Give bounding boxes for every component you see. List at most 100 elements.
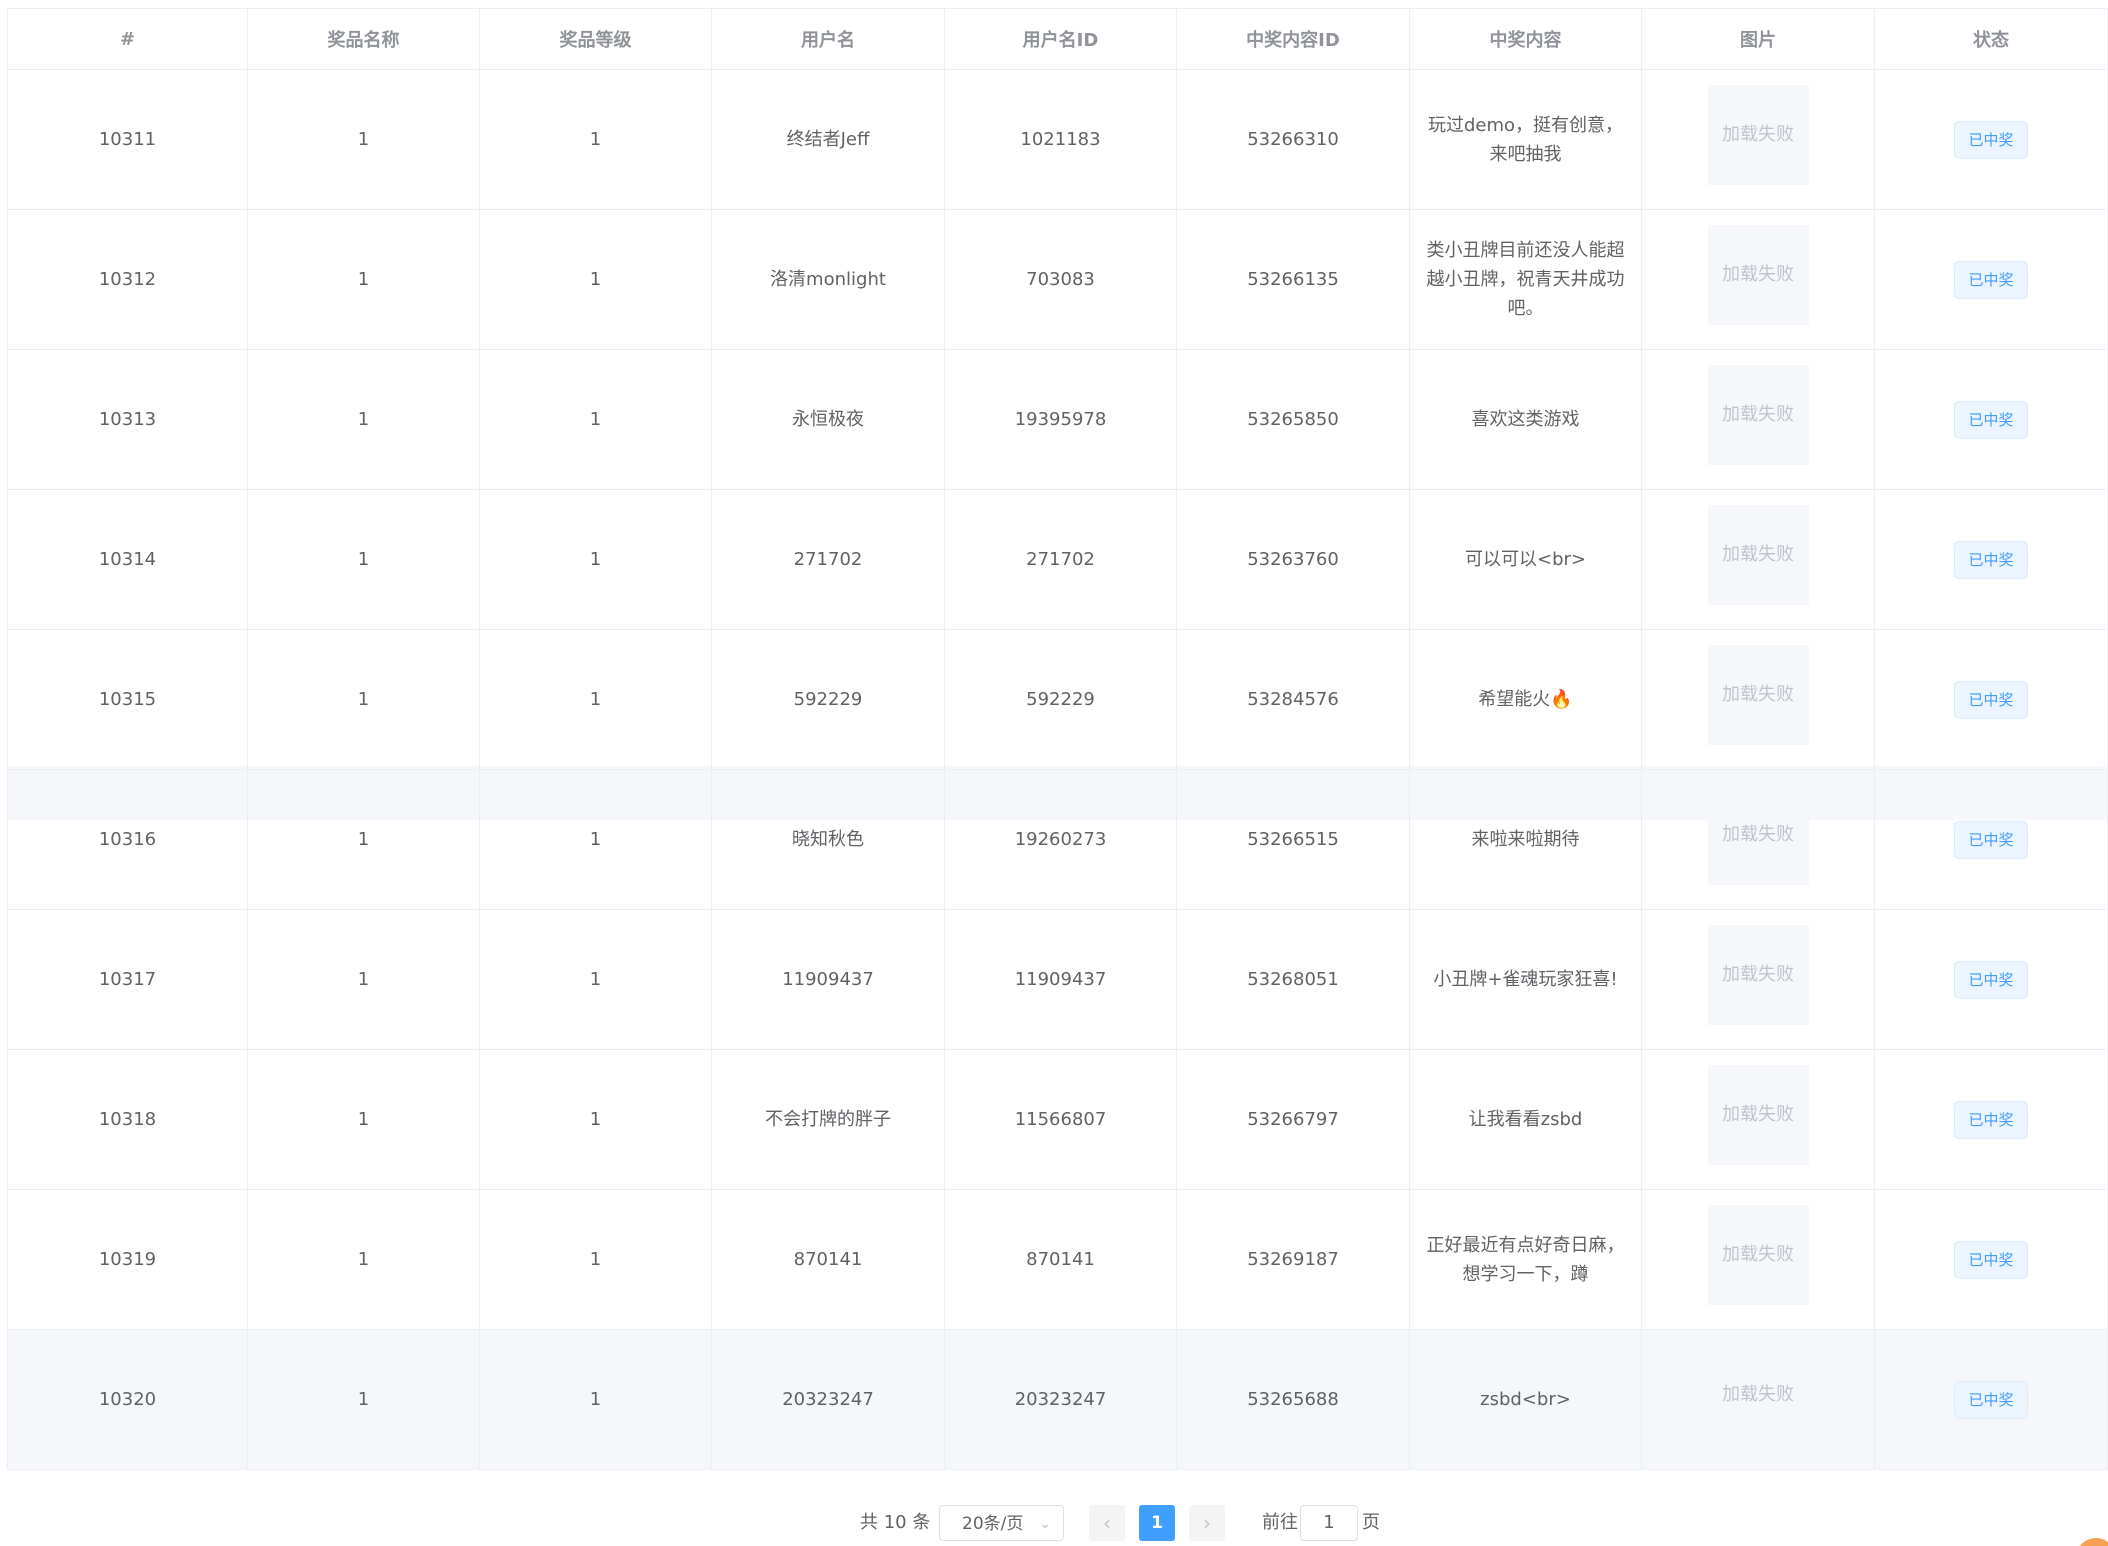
cell-image: 加载失败 (1641, 349, 1875, 490)
table-row[interactable]: 10312 1 1 洛清monlight 703083 53266135 类小丑牌目前还没人… (7, 209, 2108, 350)
page-size-select[interactable]: 20条/页 ⌄ (939, 1505, 1064, 1541)
page-size-value: 20条/页 (962, 1514, 1024, 1534)
cell-prize-level: 1 (479, 69, 712, 210)
cell-user-id: 870141 (944, 1189, 1177, 1330)
image-load-failed-placeholder: 加载失败 (1707, 644, 1809, 745)
cell-id: 10320 (7, 1329, 248, 1470)
cell-image: 加载失败 (1641, 489, 1875, 630)
header-col-image: 图片 (1641, 8, 1875, 70)
cell-username: 870141 (711, 1189, 945, 1330)
table-row[interactable]: 10314 1 1 271702 271702 53263760 可以可以<br> 加载失败已… (7, 489, 2108, 630)
prev-page-button[interactable]: ‹ (1089, 1505, 1125, 1541)
goto-page-input[interactable] (1300, 1505, 1358, 1541)
cell-content: 玩过demo，挺有创意，来吧抽我 (1409, 69, 1642, 210)
content-text: 可以可以<br> (1465, 549, 1586, 570)
cell-status: 已中奖 (1874, 909, 2108, 1050)
image-load-failed-placeholder: 加载失败 (1707, 364, 1809, 465)
header-col-content-id: 中奖内容ID (1176, 8, 1410, 70)
cell-prize-level: 1 (479, 1049, 712, 1190)
cell-content: zsbd<br> (1409, 1329, 1642, 1470)
status-badge: 已中奖 (1954, 400, 2028, 439)
cell-prize-level: 1 (479, 629, 712, 770)
table-row[interactable]: 10316 1 1 晓知秋色 19260273 53266515 来啦来啦期待 加载失败 已中奖 (7, 769, 2108, 910)
status-badge: 已中奖 (1954, 120, 2028, 159)
cell-prize-level: 1 (479, 1189, 712, 1330)
cell-content-id: 53266310 (1176, 69, 1410, 210)
cell-username: 不会打牌的胖子 (711, 1049, 945, 1190)
header-col-prize-name: 奖品名称 (247, 8, 480, 70)
goto-suffix: 页 (1362, 1512, 1380, 1533)
cell-id: 10311 (7, 69, 248, 210)
image-load-failed-placeholder: 加载失败 (1707, 1064, 1809, 1165)
content-text: 喜欢这类游戏 (1471, 409, 1580, 430)
cell-status: 已中奖 (1874, 489, 2108, 630)
cell-id: 10312 (7, 209, 248, 350)
content-text: zsbd<br> (1480, 1389, 1571, 1410)
next-page-button[interactable]: › (1189, 1505, 1225, 1541)
cell-prize-name: 1 (247, 769, 480, 910)
cell-username: 洛清monlight (711, 209, 945, 350)
chevron-down-icon: ⌄ (1039, 1516, 1051, 1532)
cell-image: 加载失败 (1641, 769, 1875, 910)
cell-username: 永恒极夜 (711, 349, 945, 490)
cell-prize-level: 1 (479, 909, 712, 1050)
chevron-left-icon: ‹ (1103, 1511, 1111, 1535)
table-header: # 奖品名称 奖品等级 用户名 用户名ID 中奖内容ID 中奖内容 图片 状态 (7, 8, 2108, 70)
content-text: 小丑牌+雀魂玩家狂喜! (1433, 969, 1618, 990)
cell-content-id: 53265688 (1176, 1329, 1410, 1470)
status-badge: 已中奖 (1954, 1380, 2028, 1419)
image-load-failed-placeholder: 加载失败 (1707, 1204, 1809, 1305)
cell-user-id: 19260273 (944, 769, 1177, 910)
cell-content-id: 53266515 (1176, 769, 1410, 910)
cell-prize-name: 1 (247, 909, 480, 1050)
table-row[interactable]: 10313 1 1 永恒极夜 19395978 53265850 喜欢这类游戏 加载失败 已中奖 (7, 349, 2108, 490)
cell-prize-level: 1 (479, 489, 712, 630)
pagination-total: 共 10 条 (860, 1512, 931, 1533)
image-load-failed-placeholder: 加载失败 (1707, 784, 1809, 885)
cell-id: 10316 (7, 769, 248, 910)
cell-user-id: 592229 (944, 629, 1177, 770)
cell-status: 已中奖 (1874, 1329, 2108, 1470)
image-load-failed-placeholder: 加载失败 (1707, 224, 1809, 325)
table-row[interactable]: 10319 1 1 870141 870141 53269187 正好最近有点好奇日麻，想学… (7, 1189, 2108, 1330)
cell-content: 喜欢这类游戏 (1409, 349, 1642, 490)
cell-content-id: 53269187 (1176, 1189, 1410, 1330)
cell-prize-name: 1 (247, 1049, 480, 1190)
image-load-failed-placeholder: 加载失败 (1707, 924, 1809, 1025)
table-body: 10311 1 1 终结者Jeff 1021183 53266310 玩过demo，挺有创意… (7, 69, 2108, 1470)
table-row[interactable]: 10320 1 1 20323247 20323247 53265688 zsbd<br> 加… (7, 1329, 2108, 1470)
cell-id: 10315 (7, 629, 248, 770)
cell-user-id: 11566807 (944, 1049, 1177, 1190)
cell-content: 希望能火🔥 (1409, 629, 1642, 770)
table-row[interactable]: 10318 1 1 不会打牌的胖子 11566807 53266797 让我看看zsbd 加载… (7, 1049, 2108, 1190)
cell-prize-name: 1 (247, 1189, 480, 1330)
cell-prize-level: 1 (479, 349, 712, 490)
cell-id: 10314 (7, 489, 248, 630)
cell-prize-level: 1 (479, 1329, 712, 1470)
header-col-user-id: 用户名ID (944, 8, 1177, 70)
cell-status: 已中奖 (1874, 69, 2108, 210)
cell-prize-name: 1 (247, 69, 480, 210)
table-row[interactable]: 10311 1 1 终结者Jeff 1021183 53266310 玩过demo，挺有创意… (7, 69, 2108, 210)
cell-user-id: 11909437 (944, 909, 1177, 1050)
page-number-button[interactable]: 1 (1139, 1505, 1175, 1541)
cell-status: 已中奖 (1874, 769, 2108, 910)
cell-content-id: 53266797 (1176, 1049, 1410, 1190)
content-text: 来啦来啦期待 (1471, 829, 1580, 850)
status-badge: 已中奖 (1954, 1240, 2028, 1279)
content-text: 让我看看zsbd (1468, 1109, 1583, 1130)
cell-content: 可以可以<br> (1409, 489, 1642, 630)
table-row[interactable]: 10315 1 1 592229 592229 53284576 希望能火🔥 加载失败 已中奖 (7, 629, 2108, 770)
cell-image: 加载失败 (1641, 629, 1875, 770)
cell-user-id: 703083 (944, 209, 1177, 350)
cell-username: 20323247 (711, 1329, 945, 1470)
cell-prize-name: 1 (247, 209, 480, 350)
cell-id: 10319 (7, 1189, 248, 1330)
image-load-failed-placeholder: 加载失败 (1722, 1384, 1794, 1405)
cell-prize-name: 1 (247, 1329, 480, 1470)
table-row[interactable]: 10317 1 1 11909437 11909437 53268051 小丑牌+雀魂玩家狂… (7, 909, 2108, 1050)
cell-user-id: 20323247 (944, 1329, 1177, 1470)
cell-image: 加载失败 (1641, 1189, 1875, 1330)
image-load-failed-placeholder: 加载失败 (1707, 84, 1809, 185)
cell-username: 终结者Jeff (711, 69, 945, 210)
